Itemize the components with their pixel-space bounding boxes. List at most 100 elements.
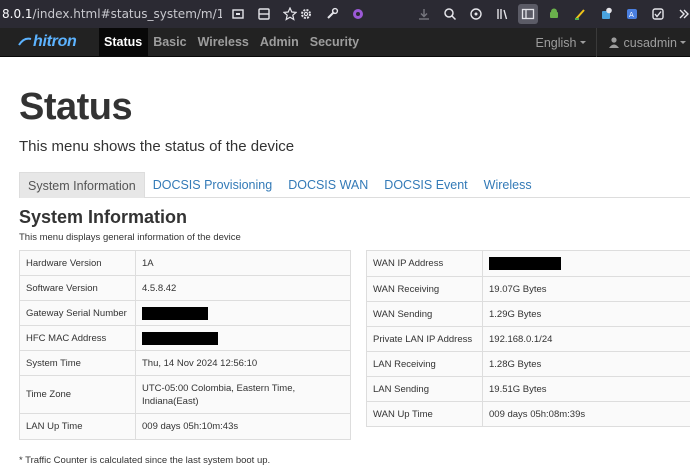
nav-admin[interactable]: Admin (255, 28, 305, 57)
search-icon[interactable] (440, 4, 460, 24)
page-subtitle: This menu shows the status of the device (19, 138, 295, 155)
row-value (135, 300, 351, 326)
nav-status[interactable]: Status (99, 27, 149, 57)
status-tabs: System Information DOCSIS Provisioning D… (19, 172, 690, 198)
android-extension-icon[interactable] (544, 4, 564, 24)
nav-security[interactable]: Security (305, 28, 365, 57)
row-value: 1.29G Bytes (482, 301, 690, 327)
extension-icons (296, 4, 374, 24)
screenshot-icon[interactable] (228, 4, 248, 24)
row-value: 192.168.0.1/24 (482, 326, 690, 352)
row-value: 1.28G Bytes (482, 351, 690, 377)
traffic-info-table: WAN IP Address WAN Receiving 19.07G Byte… (366, 250, 690, 427)
row-label: Software Version (19, 275, 136, 301)
row-label: Time Zone (19, 375, 136, 414)
chevron-down-icon (680, 41, 686, 44)
nav-basic[interactable]: Basic (148, 28, 192, 57)
library-icon[interactable] (492, 4, 512, 24)
language-dropdown[interactable]: English (536, 28, 597, 57)
row-value: 4.5.8.42 (135, 275, 351, 301)
table-row: LAN Receiving 1.28G Bytes (366, 351, 690, 377)
tab-docsis-provisioning[interactable]: DOCSIS Provisioning (145, 172, 281, 198)
row-value: Thu, 14 Nov 2024 12:56:10 (135, 350, 351, 376)
nav-wireless[interactable]: Wireless (193, 28, 255, 57)
sidebar-toggle-icon[interactable] (518, 4, 538, 24)
row-value: 19.07G Bytes (482, 276, 690, 302)
row-value: 1A (135, 250, 351, 276)
table-row: System Time Thu, 14 Nov 2024 12:56:10 (19, 350, 351, 376)
url-host: 8.0.1 (2, 7, 33, 21)
nav-right: English cusadmin (536, 28, 690, 57)
purple-gear-extension-icon[interactable] (348, 4, 368, 24)
section-subtitle: This menu displays general information o… (19, 232, 241, 243)
row-label: WAN Up Time (366, 401, 483, 427)
checkbox-extension-icon[interactable] (648, 4, 668, 24)
download-icon[interactable] (414, 4, 434, 24)
tab-docsis-wan[interactable]: DOCSIS WAN (280, 172, 376, 198)
username-label: cusadmin (623, 35, 678, 50)
table-row: Private LAN IP Address 192.168.0.1/24 (366, 326, 690, 352)
row-label: WAN Receiving (366, 276, 483, 302)
language-label: English (535, 35, 577, 50)
table-row: WAN Receiving 19.07G Bytes (366, 276, 690, 302)
hitron-logo[interactable]: hitron (0, 28, 90, 57)
translate-extension-icon[interactable]: A (622, 4, 642, 24)
logo-swoosh-icon (18, 37, 32, 46)
svg-text:A: A (629, 11, 634, 19)
table-row: WAN IP Address (366, 250, 690, 277)
table-row: Software Version 4.5.8.42 (19, 275, 351, 301)
overflow-chevron-icon[interactable] (674, 4, 690, 24)
system-info-table: Hardware Version 1A Software Version 4.5… (19, 250, 351, 440)
row-value: 19.51G Bytes (482, 376, 690, 402)
browser-icons (228, 4, 306, 24)
user-icon (608, 37, 619, 48)
row-label: Gateway Serial Number (19, 300, 136, 326)
row-label: LAN Up Time (19, 413, 136, 440)
section-title: System Information (19, 207, 188, 227)
row-value: UTC-05:00 Colombia, Eastern Time, Indian… (135, 375, 351, 414)
logo-text: hitron (33, 33, 77, 50)
settings-gear-icon[interactable] (296, 4, 316, 24)
row-value (135, 325, 351, 351)
user-menu[interactable]: cusadmin (597, 28, 690, 57)
chevron-down-icon (579, 41, 586, 44)
traffic-footnote: * Traffic Counter is calculated since th… (19, 455, 271, 466)
row-label: LAN Receiving (366, 351, 483, 377)
url-path: /index.html#status_system/m/1/s/1 (32, 7, 222, 21)
reader-view-icon[interactable] (254, 4, 274, 24)
table-row: Hardware Version 1A (19, 250, 351, 276)
wrench-icon[interactable] (322, 4, 342, 24)
url-bar[interactable]: 8.0.1/index.html#status_system/m/1/s/1 (0, 2, 222, 26)
row-label: LAN Sending (366, 376, 483, 402)
row-value: 009 days 05h:10m:43s (135, 413, 351, 440)
table-row: LAN Up Time 009 days 05h:10m:43s (19, 413, 351, 440)
table-row: Gateway Serial Number (19, 300, 351, 326)
row-label: Private LAN IP Address (366, 326, 483, 352)
main-nav-menu: Status Basic Wireless Admin Security (99, 27, 365, 57)
tab-system-information[interactable]: System Information (19, 172, 145, 198)
row-label: WAN Sending (366, 301, 483, 327)
table-row: WAN Up Time 009 days 05h:08m:39s (366, 401, 690, 427)
row-label: HFC MAC Address (19, 325, 136, 351)
sync-account-icon[interactable] (466, 4, 486, 24)
toolbar-right-icons: A (414, 4, 690, 24)
row-label: Hardware Version (19, 250, 136, 276)
notification-badge-icon[interactable] (596, 4, 616, 24)
broom-extension-icon[interactable] (570, 4, 590, 24)
row-value: 009 days 05h:08m:39s (482, 401, 690, 427)
table-row: Time Zone UTC-05:00 Colombia, Eastern Ti… (19, 375, 351, 414)
redacted-value (489, 257, 561, 270)
table-row: WAN Sending 1.29G Bytes (366, 301, 690, 327)
table-row: LAN Sending 19.51G Bytes (366, 376, 690, 402)
page-title: Status (19, 86, 133, 128)
row-value (482, 250, 690, 277)
row-label: System Time (19, 350, 136, 376)
table-row: HFC MAC Address (19, 325, 351, 351)
row-label: WAN IP Address (366, 250, 483, 277)
browser-toolbar: 8.0.1/index.html#status_system/m/1/s/1 A (0, 0, 690, 28)
app-navbar: hitron Status Basic Wireless Admin Secur… (0, 27, 690, 57)
tab-wireless[interactable]: Wireless (476, 172, 540, 198)
redacted-value (142, 306, 208, 320)
tab-docsis-event[interactable]: DOCSIS Event (376, 172, 475, 198)
redacted-value (142, 331, 218, 345)
